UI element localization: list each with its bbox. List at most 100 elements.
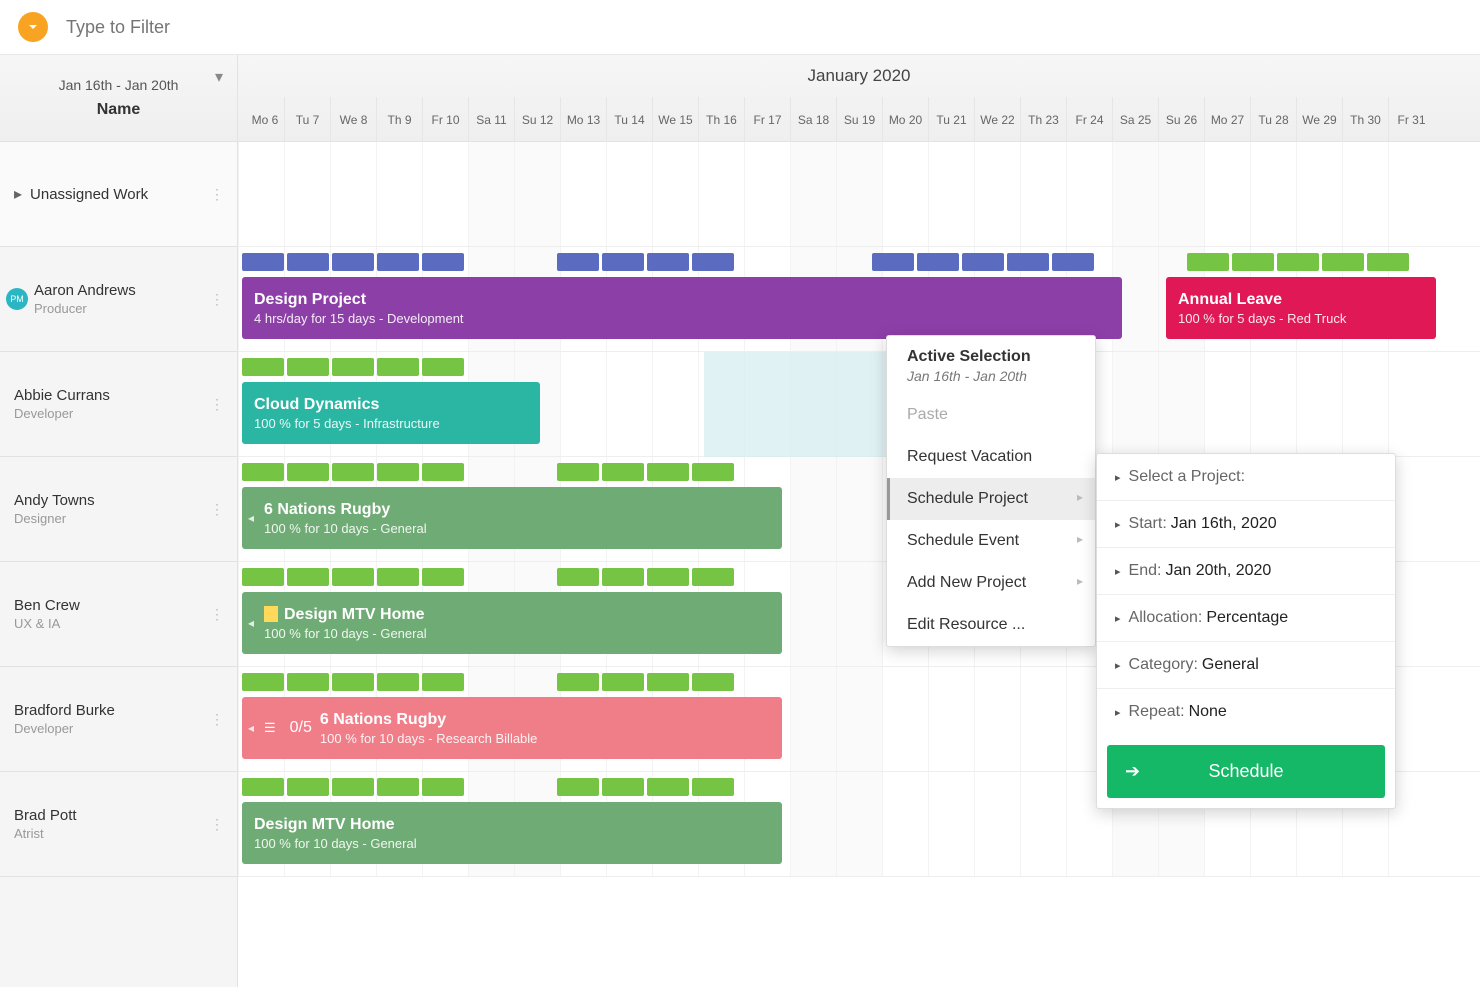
field-repeat[interactable]: ▸ Repeat: None xyxy=(1097,689,1395,735)
day-header[interactable]: Fr 10 xyxy=(422,97,468,142)
task-subtitle: 100 % for 10 days - General xyxy=(264,521,770,536)
task-bar-six-nations[interactable]: 6 Nations Rugby 100 % for 10 days - Gene… xyxy=(242,487,782,549)
day-header[interactable]: Th 23 xyxy=(1020,97,1066,142)
day-header[interactable]: Tu 14 xyxy=(606,97,652,142)
day-header[interactable]: We 22 xyxy=(974,97,1020,142)
resource-row[interactable]: Andy Towns Designer ⋮ xyxy=(0,457,237,562)
row-menu-icon[interactable]: ⋮ xyxy=(210,711,225,728)
task-title: Annual Leave xyxy=(1178,291,1424,309)
caret-right-icon: ▸ xyxy=(1115,659,1121,672)
day-header[interactable]: Tu 28 xyxy=(1250,97,1296,142)
row-menu-icon[interactable]: ⋮ xyxy=(210,816,225,833)
day-header[interactable]: Fr 17 xyxy=(744,97,790,142)
resource-row[interactable]: Ben Crew UX & IA ⋮ xyxy=(0,562,237,667)
chevron-right-icon: ▸ xyxy=(1077,490,1083,504)
task-bar-annual-leave[interactable]: Annual Leave 100 % for 5 days - Red Truc… xyxy=(1166,277,1436,339)
day-header[interactable]: Th 9 xyxy=(376,97,422,142)
unassigned-label: Unassigned Work xyxy=(30,186,148,203)
day-header[interactable]: Mo 20 xyxy=(882,97,928,142)
menu-item-request-vacation[interactable]: Request Vacation xyxy=(887,436,1095,478)
schedule-button[interactable]: ➔ Schedule xyxy=(1107,745,1385,798)
day-header[interactable]: Mo 13 xyxy=(560,97,606,142)
day-header[interactable]: Su 12 xyxy=(514,97,560,142)
context-menu: Active Selection Jan 16th - Jan 20th Pas… xyxy=(886,335,1096,647)
day-header[interactable]: Fr 31 xyxy=(1388,97,1434,142)
timeline-row[interactable]: Cloud Dynamics 100 % for 5 days - Infras… xyxy=(238,352,1480,457)
day-header[interactable]: Sa 11 xyxy=(468,97,514,142)
context-menu-header: Active Selection Jan 16th - Jan 20th xyxy=(887,336,1095,394)
day-header[interactable]: We 15 xyxy=(652,97,698,142)
task-title: Design MTV Home xyxy=(254,816,770,834)
day-header[interactable]: Tu 21 xyxy=(928,97,974,142)
task-bar-mtv-home[interactable]: Design MTV Home 100 % for 10 days - Gene… xyxy=(242,592,782,654)
day-header[interactable]: Su 26 xyxy=(1158,97,1204,142)
task-subtitle: 4 hrs/day for 15 days - Development xyxy=(254,311,1110,326)
day-header[interactable]: Sa 18 xyxy=(790,97,836,142)
day-header[interactable]: We 8 xyxy=(330,97,376,142)
resource-role: UX & IA xyxy=(14,616,80,631)
resource-row[interactable]: Abbie Currans Developer ⋮ xyxy=(0,352,237,457)
timeline-row-unassigned[interactable] xyxy=(238,142,1480,247)
menu-item-schedule-event[interactable]: Schedule Event▸ xyxy=(887,520,1095,562)
resource-row[interactable]: Brad Pott Atrist ⋮ xyxy=(0,772,237,877)
task-bar-cloud-dynamics[interactable]: Cloud Dynamics 100 % for 5 days - Infras… xyxy=(242,382,540,444)
caret-right-icon: ▸ xyxy=(1115,518,1121,531)
day-header[interactable]: Sa 25 xyxy=(1112,97,1158,142)
chevron-down-icon[interactable]: ▾ xyxy=(215,67,223,87)
task-title: 6 Nations Rugby xyxy=(264,501,770,519)
day-header[interactable]: Mo 6 xyxy=(238,97,284,142)
filter-input[interactable] xyxy=(66,17,1462,38)
availability-chips xyxy=(242,673,734,691)
menu-item-add-new-project[interactable]: Add New Project▸ xyxy=(887,562,1095,604)
day-header[interactable]: Su 19 xyxy=(836,97,882,142)
field-end[interactable]: ▸ End: Jan 20th, 2020 xyxy=(1097,548,1395,595)
row-menu-icon[interactable]: ⋮ xyxy=(210,501,225,518)
row-menu-icon[interactable]: ⋮ xyxy=(210,186,225,203)
day-header[interactable]: Th 30 xyxy=(1342,97,1388,142)
day-header[interactable]: Th 16 xyxy=(698,97,744,142)
resource-row[interactable]: Bradford Burke Developer ⋮ xyxy=(0,667,237,772)
resource-role: Designer xyxy=(14,511,95,526)
day-header[interactable]: Mo 27 xyxy=(1204,97,1250,142)
arrow-right-icon: ➔ xyxy=(1125,761,1140,782)
task-bar-six-nations-billable[interactable]: ☰ 0/5 6 Nations Rugby 100 % for 10 days … xyxy=(242,697,782,759)
field-select-project[interactable]: ▸ Select a Project: xyxy=(1097,454,1395,501)
caret-right-icon: ▸ xyxy=(14,184,22,204)
task-bar-design-project[interactable]: Design Project 4 hrs/day for 15 days - D… xyxy=(242,277,1122,339)
field-start[interactable]: ▸ Start: Jan 16th, 2020 xyxy=(1097,501,1395,548)
context-menu-range: Jan 16th - Jan 20th xyxy=(907,368,1075,384)
task-bar-mtv-home[interactable]: Design MTV Home 100 % for 10 days - Gene… xyxy=(242,802,782,864)
availability-chips xyxy=(242,463,734,481)
availability-chips xyxy=(242,568,734,586)
menu-item-schedule-project[interactable]: Schedule Project▸ xyxy=(887,478,1095,520)
timeline-header: January 2020 Mo 6Tu 7We 8Th 9Fr 10Sa 11S… xyxy=(238,55,1480,142)
sidebar-header: Jan 16th - Jan 20th Name ▾ xyxy=(0,55,237,142)
task-subtitle: 100 % for 10 days - General xyxy=(254,836,770,851)
unassigned-row[interactable]: ▸ Unassigned Work ⋮ xyxy=(0,142,237,247)
field-allocation[interactable]: ▸ Allocation: Percentage xyxy=(1097,595,1395,642)
row-menu-icon[interactable]: ⋮ xyxy=(210,396,225,413)
task-title: Design MTV Home xyxy=(264,606,770,624)
field-category[interactable]: ▸ Category: General xyxy=(1097,642,1395,689)
day-header[interactable]: Fr 24 xyxy=(1066,97,1112,142)
caret-right-icon: ▸ xyxy=(1115,706,1121,719)
row-menu-icon[interactable]: ⋮ xyxy=(210,606,225,623)
context-menu-title: Active Selection xyxy=(907,348,1075,366)
task-title: Cloud Dynamics xyxy=(254,396,528,414)
menu-item-paste: Paste xyxy=(887,394,1095,436)
day-header[interactable]: We 29 xyxy=(1296,97,1342,142)
resource-row[interactable]: PM Aaron Andrews Producer ⋮ xyxy=(0,247,237,352)
timeline-row[interactable]: Design Project 4 hrs/day for 15 days - D… xyxy=(238,247,1480,352)
task-title: Design Project xyxy=(254,291,1110,309)
task-count: 0/5 xyxy=(290,719,312,737)
top-bar xyxy=(0,0,1480,55)
schedule-project-panel: ▸ Select a Project: ▸ Start: Jan 16th, 2… xyxy=(1096,453,1396,809)
resource-role: Atrist xyxy=(14,826,77,841)
timeline: January 2020 Mo 6Tu 7We 8Th 9Fr 10Sa 11S… xyxy=(238,55,1480,987)
resource-name: Brad Pott xyxy=(14,807,77,824)
row-menu-icon[interactable]: ⋮ xyxy=(210,291,225,308)
chevron-right-icon: ▸ xyxy=(1077,574,1083,588)
day-header[interactable]: Tu 7 xyxy=(284,97,330,142)
sidebar: Jan 16th - Jan 20th Name ▾ ▸ Unassigned … xyxy=(0,55,238,987)
menu-item-edit-resource[interactable]: Edit Resource ... xyxy=(887,604,1095,646)
